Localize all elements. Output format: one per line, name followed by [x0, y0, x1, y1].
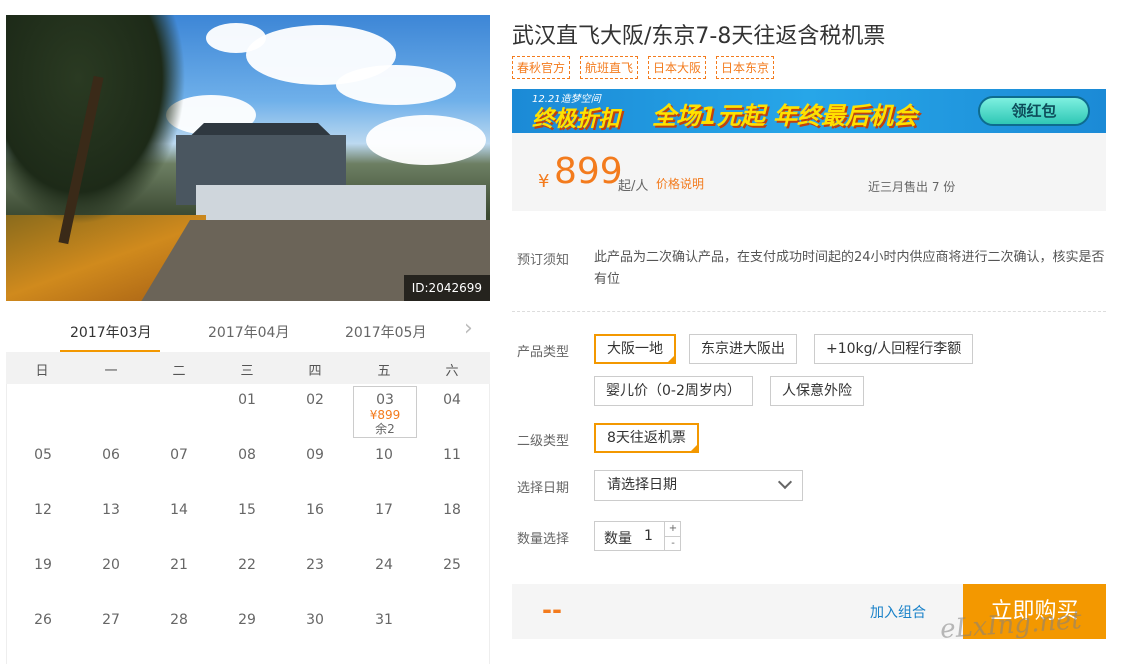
sub-type-label: 二级类型 — [517, 434, 570, 449]
notice-label: 预订须知 — [517, 253, 570, 268]
price-amount: 899 — [554, 151, 623, 192]
divider — [512, 311, 1106, 312]
calendar-day: 25 — [443, 557, 461, 573]
option-8day-roundtrip[interactable]: 8天往返机票 — [594, 423, 699, 453]
price-unit: 起/人 — [618, 179, 649, 194]
calendar-day-selectable[interactable]: 03 ¥899 余2 — [353, 386, 417, 438]
calendar-grid: 03 ¥899 余2 01 02 04 05 06 07 08 09 10 11… — [6, 384, 490, 664]
calendar-day: 17 — [375, 502, 393, 518]
calendar-day: 20 — [102, 557, 120, 573]
calendar-day: 14 — [170, 502, 188, 518]
calendar-day: 11 — [443, 447, 461, 463]
currency-symbol: ¥ — [538, 171, 550, 192]
calendar-day: 15 — [238, 502, 256, 518]
weekday-label: 六 — [445, 364, 459, 379]
weekday-label: 四 — [308, 364, 322, 379]
calendar-day: 29 — [238, 612, 256, 628]
tab-month-1[interactable]: 2017年03月 — [70, 322, 151, 342]
option-infant-price[interactable]: 婴儿价（0-2周岁内） — [594, 376, 753, 406]
option-tokyo-in-osaka-out[interactable]: 东京进大阪出 — [689, 334, 797, 364]
weekday-label: 日 — [35, 364, 49, 379]
date-label: 选择日期 — [517, 481, 570, 496]
tag-badge: 航班直飞 — [580, 56, 639, 79]
product-type-label: 产品类型 — [517, 345, 570, 360]
day-price: ¥899 — [369, 408, 401, 422]
option-osaka-only[interactable]: 大阪一地 — [594, 334, 676, 364]
add-to-combo-link[interactable]: 加入组合 — [870, 602, 926, 622]
calendar-day: 31 — [375, 612, 393, 628]
calendar-day: 04 — [443, 392, 461, 408]
notice-text: 此产品为二次确认产品，在支付成功时间起的24小时内供应商将进行二次确认，核实是否… — [594, 250, 1105, 287]
sold-count: 近三月售出 7 份 — [868, 180, 956, 194]
weekday-label: 三 — [240, 364, 254, 379]
calendar-day: 06 — [102, 447, 120, 463]
photo-id-label: ID:2042699 — [403, 275, 490, 301]
day-number: 03 — [376, 392, 394, 408]
option-accident-insurance[interactable]: 人保意外险 — [770, 376, 864, 406]
tab-month-3[interactable]: 2017年05月 — [345, 322, 426, 342]
banner-middle-text: 全场1元起 年终最后机会 — [652, 102, 918, 130]
price-explain-link[interactable]: 价格说明 — [656, 175, 704, 192]
calendar-day: 30 — [306, 612, 324, 628]
calendar-day: 23 — [306, 557, 324, 573]
total-price: -- — [542, 596, 562, 624]
calendar-day: 02 — [306, 392, 324, 408]
tag-badge: 日本大阪 — [648, 56, 707, 79]
quantity-field-label: 数量 — [604, 531, 632, 547]
chevron-down-icon — [777, 474, 793, 490]
quantity-decrease-button[interactable]: - — [665, 536, 681, 550]
calendar-day: 12 — [34, 502, 52, 518]
calendar-day: 07 — [170, 447, 188, 463]
calendar-day: 09 — [306, 447, 324, 463]
calendar-day: 26 — [34, 612, 52, 628]
product-photo: ID:2042699 — [6, 15, 490, 301]
date-select-placeholder: 请选择日期 — [607, 477, 677, 493]
tag-badge: 春秋官方 — [512, 56, 571, 79]
quantity-stepper: 数量 1 + - — [594, 521, 681, 551]
calendar-day: 16 — [306, 502, 324, 518]
quantity-value[interactable]: 1 — [644, 528, 653, 544]
calendar-day: 21 — [170, 557, 188, 573]
calendar-day: 08 — [238, 447, 256, 463]
banner-main-text: 终极折扣 — [532, 107, 621, 132]
price-box: ¥ 899 起/人 价格说明 近三月售出 7 份 — [512, 133, 1106, 211]
promo-banner[interactable]: 12.21造梦空间 终极折扣 全场1元起 年终最后机会 领红包 — [512, 89, 1106, 133]
calendar-day: 19 — [34, 557, 52, 573]
weekday-label: 五 — [377, 364, 391, 379]
date-select[interactable]: 请选择日期 — [594, 470, 803, 501]
option-extra-luggage[interactable]: +10kg/人回程行李额 — [814, 334, 974, 364]
quantity-label: 数量选择 — [517, 532, 570, 547]
calendar-day: 18 — [443, 502, 461, 518]
calendar-day: 28 — [170, 612, 188, 628]
day-remaining: 余2 — [375, 422, 395, 436]
calendar-weekday-header: 日 一 二 三 四 五 六 — [6, 352, 490, 384]
calendar-day: 13 — [102, 502, 120, 518]
weekday-label: 一 — [104, 364, 118, 379]
calendar-day: 05 — [34, 447, 52, 463]
tag-badge: 日本东京 — [716, 56, 775, 79]
quantity-increase-button[interactable]: + — [665, 522, 681, 536]
calendar-month-tabs: 2017年03月 2017年04月 2017年05月 › — [6, 312, 490, 354]
product-tags: 春秋官方 航班直飞 日本大阪 日本东京 — [512, 56, 784, 80]
weekday-label: 二 — [172, 364, 186, 379]
calendar-day: 24 — [375, 557, 393, 573]
calendar-day: 22 — [238, 557, 256, 573]
product-title: 武汉直飞大阪/东京7-8天往返含税机票 — [512, 24, 886, 49]
calendar-day: 01 — [238, 392, 256, 408]
calendar-day: 10 — [375, 447, 393, 463]
get-red-packet-button[interactable]: 领红包 — [978, 96, 1090, 126]
calendar-day: 27 — [102, 612, 120, 628]
tab-month-2[interactable]: 2017年04月 — [208, 322, 289, 342]
chevron-right-icon[interactable]: › — [464, 318, 473, 340]
